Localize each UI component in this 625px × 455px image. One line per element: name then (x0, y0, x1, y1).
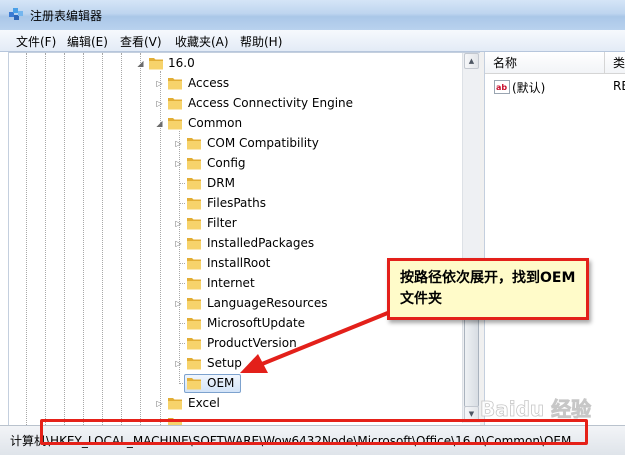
annotation-callout: 按路径依次展开，找到OEM文件夹 (387, 258, 589, 320)
callout-text: 按路径依次展开，找到OEM文件夹 (400, 270, 576, 307)
annotation-arrow (240, 306, 402, 373)
